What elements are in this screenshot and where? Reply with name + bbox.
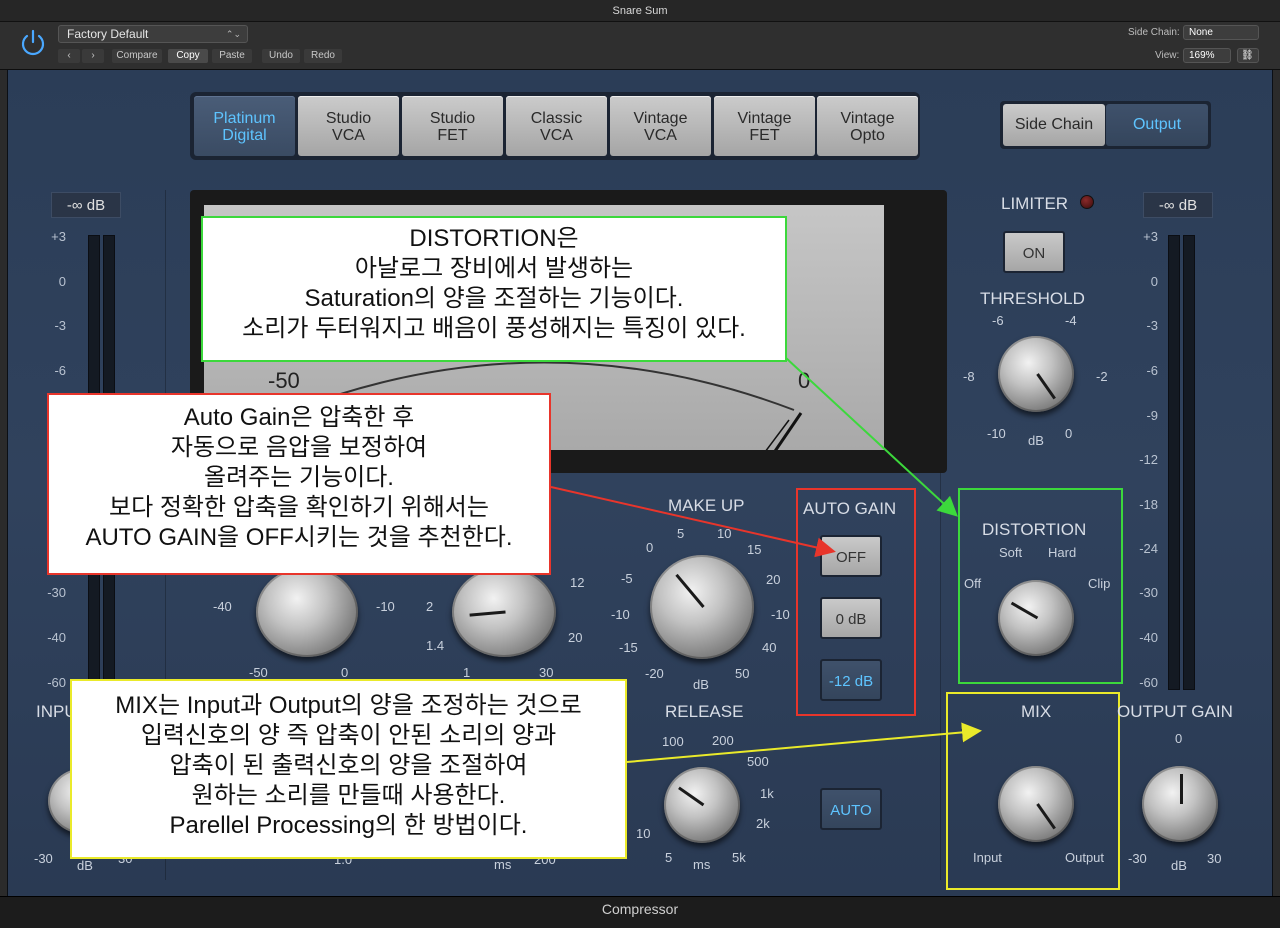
mix-callout: MIX는 Input과 Output의 양을 조정하는 것으로 입력신호의 양 … xyxy=(70,679,627,859)
callout-line: 올려주는 기능이다. xyxy=(204,464,394,491)
callout-line: 보다 정확한 압축을 확인하기 위해서는 xyxy=(109,494,489,521)
distortion-callout: DISTORTION은 아날로그 장비에서 발생하는 Saturation의 양… xyxy=(201,216,787,362)
callout-line: AUTO GAIN을 OFF시키는 것을 추천한다. xyxy=(85,524,513,551)
auto-gain-callout: Auto Gain은 압축한 후 자동으로 음압을 보정하여 올려주는 기능이다… xyxy=(47,393,551,575)
mix-arrow xyxy=(626,722,982,763)
callout-line: DISTORTION은 xyxy=(409,225,579,252)
callout-line: 원하는 소리를 만들때 사용한다. xyxy=(191,782,506,809)
plugin-name-footer: Compressor xyxy=(0,896,1280,928)
callout-line: 아날로그 장비에서 발생하는 xyxy=(354,255,634,282)
callout-line: 소리가 두터워지고 배음이 풍성해지는 특징이 있다. xyxy=(242,315,746,342)
distortion-arrow xyxy=(785,357,958,517)
plugin-window: Snare Sum Factory Default ⌃⌄ ‹ › Compare… xyxy=(0,0,1280,928)
callout-line: Saturation의 양을 조절하는 기능이다. xyxy=(304,285,684,312)
callout-line: Parellel Processing의 한 방법이다. xyxy=(169,812,528,839)
callout-line: 압축이 된 출력신호의 양을 조절하여 xyxy=(169,752,528,779)
callout-line: Auto Gain은 압축한 후 xyxy=(183,404,415,431)
callout-line: 입력신호의 양 즉 압축이 안된 소리의 양과 xyxy=(140,722,557,749)
callout-line: 자동으로 음압을 보정하여 xyxy=(170,434,428,461)
callout-line: MIX는 Input과 Output의 양을 조정하는 것으로 xyxy=(115,692,582,719)
auto-gain-arrow xyxy=(550,486,836,558)
